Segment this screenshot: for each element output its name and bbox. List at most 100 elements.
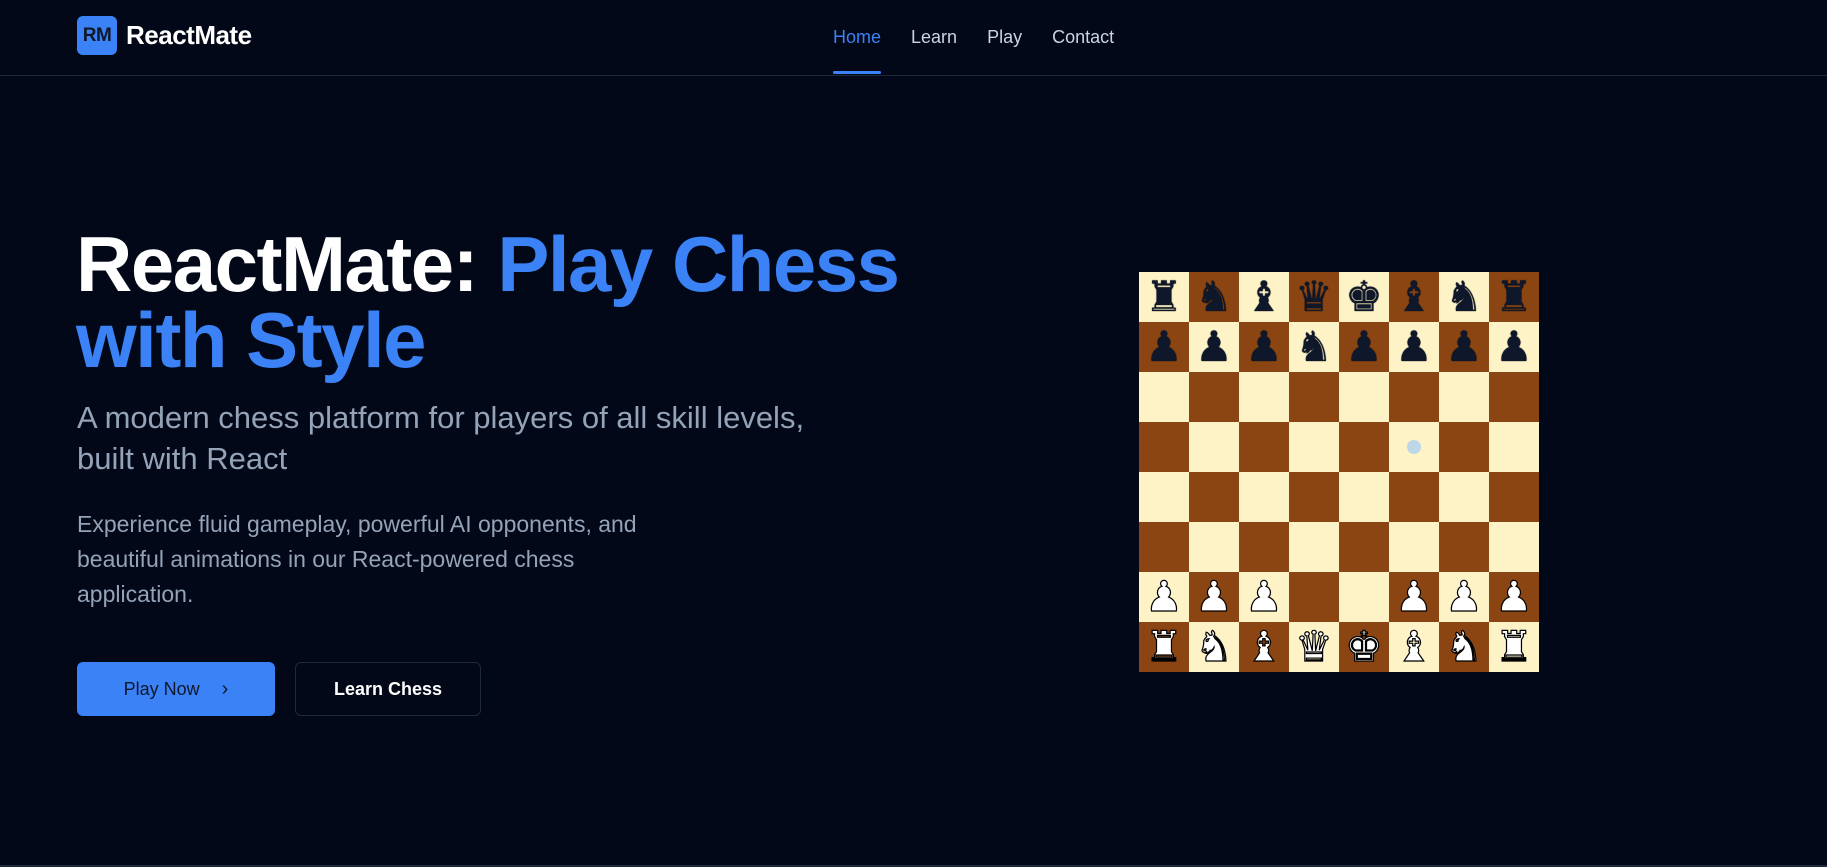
nav-link-play[interactable]: Play xyxy=(987,0,1022,76)
board-square[interactable]: ♞ xyxy=(1189,272,1239,322)
board-square[interactable]: ♟ xyxy=(1339,322,1389,372)
learn-chess-button[interactable]: Learn Chess xyxy=(295,662,481,716)
board-square[interactable]: ♟ xyxy=(1239,322,1289,372)
board-square[interactable] xyxy=(1239,472,1289,522)
board-square[interactable] xyxy=(1139,472,1189,522)
black-rook-icon[interactable]: ♜ xyxy=(1495,276,1533,318)
board-square[interactable] xyxy=(1339,522,1389,572)
board-square[interactable] xyxy=(1339,472,1389,522)
board-square[interactable]: ♟ xyxy=(1389,322,1439,372)
board-square[interactable] xyxy=(1439,372,1489,422)
board-square[interactable]: ♜ xyxy=(1139,622,1189,672)
board-square[interactable] xyxy=(1389,472,1439,522)
play-now-button[interactable]: Play Now › xyxy=(77,662,275,716)
black-rook-icon[interactable]: ♜ xyxy=(1145,276,1183,318)
nav-link-learn[interactable]: Learn xyxy=(911,0,957,76)
board-square[interactable] xyxy=(1339,372,1389,422)
board-square[interactable] xyxy=(1289,372,1339,422)
white-pawn-icon[interactable]: ♟ xyxy=(1495,575,1534,618)
board-square[interactable] xyxy=(1389,372,1439,422)
board-square[interactable]: ♟ xyxy=(1189,322,1239,372)
white-queen-icon[interactable]: ♛ xyxy=(1295,625,1334,668)
board-square[interactable] xyxy=(1339,422,1389,472)
black-pawn-icon[interactable]: ♟ xyxy=(1245,326,1283,368)
board-square[interactable] xyxy=(1289,472,1339,522)
white-knight-icon[interactable]: ♞ xyxy=(1445,625,1484,668)
board-square[interactable]: ♜ xyxy=(1489,272,1539,322)
board-square[interactable] xyxy=(1289,422,1339,472)
board-square[interactable] xyxy=(1239,372,1289,422)
board-square[interactable]: ♟ xyxy=(1189,572,1239,622)
board-square[interactable] xyxy=(1289,572,1339,622)
black-king-icon[interactable]: ♚ xyxy=(1345,276,1383,318)
black-pawn-icon[interactable]: ♟ xyxy=(1345,326,1383,368)
board-square[interactable]: ♝ xyxy=(1239,622,1289,672)
board-square[interactable] xyxy=(1139,372,1189,422)
board-square[interactable] xyxy=(1489,422,1539,472)
board-square[interactable]: ♞ xyxy=(1439,272,1489,322)
board-square[interactable] xyxy=(1189,372,1239,422)
board-square[interactable]: ♝ xyxy=(1389,272,1439,322)
board-square[interactable]: ♚ xyxy=(1339,272,1389,322)
white-bishop-icon[interactable]: ♝ xyxy=(1245,625,1284,668)
board-square[interactable] xyxy=(1189,422,1239,472)
board-square[interactable]: ♟ xyxy=(1139,322,1189,372)
black-queen-icon[interactable]: ♛ xyxy=(1295,276,1333,318)
white-rook-icon[interactable]: ♜ xyxy=(1495,625,1534,668)
board-square[interactable] xyxy=(1189,472,1239,522)
board-square[interactable] xyxy=(1289,522,1339,572)
white-bishop-icon[interactable]: ♝ xyxy=(1395,625,1434,668)
board-square[interactable]: ♟ xyxy=(1439,572,1489,622)
chess-board[interactable]: ♜ ♞ ♝ ♛ ♚ ♝ ♞ ♜ ♟ ♟ ♟ ♞ ♟ ♟ ♟ ♟ ♟ ♟ ♟ ♟ ♟ ♟ ♜ ♞ ♝ ♛ ♚ ♝ ♞ ♜ xyxy=(1139,272,1539,672)
board-square[interactable] xyxy=(1439,472,1489,522)
board-square[interactable]: ♟ xyxy=(1489,572,1539,622)
board-square[interactable]: ♟ xyxy=(1489,322,1539,372)
board-square[interactable]: ♚ xyxy=(1339,622,1389,672)
board-square[interactable] xyxy=(1239,522,1289,572)
board-square[interactable] xyxy=(1439,422,1489,472)
board-square[interactable]: ♜ xyxy=(1139,272,1189,322)
black-pawn-icon[interactable]: ♟ xyxy=(1395,326,1433,368)
board-square[interactable]: ♝ xyxy=(1389,622,1439,672)
white-pawn-icon[interactable]: ♟ xyxy=(1195,575,1234,618)
board-square[interactable]: ♛ xyxy=(1289,272,1339,322)
board-square[interactable]: ♝ xyxy=(1239,272,1289,322)
board-square[interactable]: ♞ xyxy=(1189,622,1239,672)
board-square[interactable]: ♟ xyxy=(1239,572,1289,622)
board-square[interactable] xyxy=(1239,422,1289,472)
board-square[interactable] xyxy=(1389,422,1439,472)
board-square[interactable] xyxy=(1339,572,1389,622)
board-square[interactable]: ♜ xyxy=(1489,622,1539,672)
brand-logo[interactable]: RM ReactMate xyxy=(77,16,252,55)
board-square[interactable] xyxy=(1139,522,1189,572)
black-knight-icon[interactable]: ♞ xyxy=(1445,276,1483,318)
white-pawn-icon[interactable]: ♟ xyxy=(1395,575,1434,618)
board-square[interactable] xyxy=(1489,472,1539,522)
black-bishop-icon[interactable]: ♝ xyxy=(1395,276,1433,318)
board-square[interactable]: ♟ xyxy=(1139,572,1189,622)
board-square[interactable] xyxy=(1489,372,1539,422)
white-pawn-icon[interactable]: ♟ xyxy=(1445,575,1484,618)
white-rook-icon[interactable]: ♜ xyxy=(1145,625,1184,668)
black-pawn-icon[interactable]: ♟ xyxy=(1445,326,1483,368)
board-square[interactable] xyxy=(1439,522,1489,572)
black-knight-icon[interactable]: ♞ xyxy=(1295,326,1333,368)
board-square[interactable] xyxy=(1389,522,1439,572)
board-square[interactable]: ♟ xyxy=(1439,322,1489,372)
black-knight-icon[interactable]: ♞ xyxy=(1195,276,1233,318)
black-pawn-icon[interactable]: ♟ xyxy=(1145,326,1183,368)
nav-link-contact[interactable]: Contact xyxy=(1052,0,1114,76)
board-square[interactable]: ♞ xyxy=(1439,622,1489,672)
board-square[interactable] xyxy=(1189,522,1239,572)
board-square[interactable]: ♟ xyxy=(1389,572,1439,622)
black-pawn-icon[interactable]: ♟ xyxy=(1195,326,1233,368)
white-pawn-icon[interactable]: ♟ xyxy=(1245,575,1284,618)
black-pawn-icon[interactable]: ♟ xyxy=(1495,326,1533,368)
white-knight-icon[interactable]: ♞ xyxy=(1195,625,1234,668)
board-square[interactable]: ♛ xyxy=(1289,622,1339,672)
white-pawn-icon[interactable]: ♟ xyxy=(1145,575,1184,618)
nav-link-home[interactable]: Home xyxy=(833,0,882,76)
board-square[interactable] xyxy=(1489,522,1539,572)
black-bishop-icon[interactable]: ♝ xyxy=(1245,276,1283,318)
board-square[interactable]: ♞ xyxy=(1289,322,1339,372)
